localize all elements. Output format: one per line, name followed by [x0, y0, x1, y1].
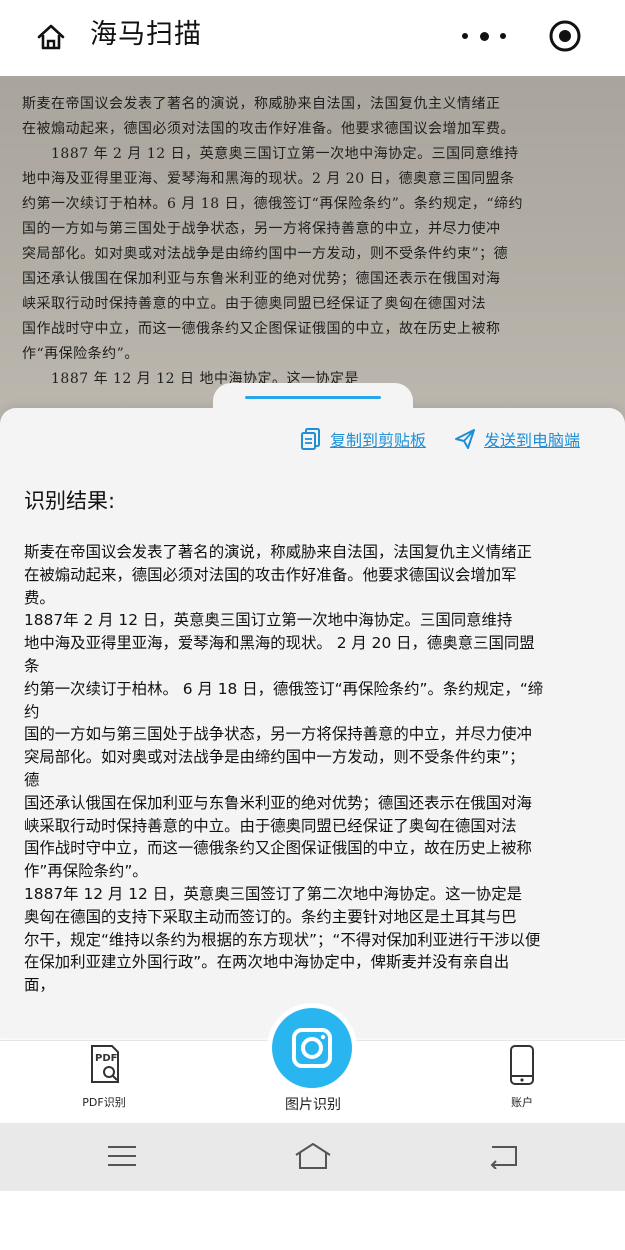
- sheet-drag-handle[interactable]: [245, 396, 381, 399]
- result-text-line: 作”再保险条约”。: [24, 862, 148, 881]
- camera-icon: [292, 1028, 332, 1068]
- result-text-line: 1887年 2 月 12 日，英意奥三国订立第一次地中海协定。三国同意维持: [24, 611, 513, 630]
- camera-button[interactable]: [272, 1008, 352, 1088]
- result-text-line: 在被煽动起来，德国必须对法国的攻击作好准备。他要求德国议会增加军: [24, 565, 517, 584]
- result-text-line: 突局部化。如对奥或对法战争是由缔约国中一方发动，则不受条件约束”；: [24, 748, 525, 767]
- photo-text-line: 约第一次续订于柏林。6 月 18 日，德俄签订“再保险条约”。条约规定，“缔约: [22, 196, 524, 212]
- photo-text-line: 峡采取行动时保持善意的中立。由于德奥同盟已经保证了奥匈在德国对法: [22, 296, 486, 312]
- tab-image-recognition[interactable]: 图片识别: [255, 1094, 371, 1114]
- photo-text-line: 国作战时守中立，而这一德俄条约又企图保证俄国的中立，故在历史上被称: [22, 321, 501, 337]
- more-dots-icon[interactable]: [462, 22, 506, 50]
- top-nav-bar: 海马扫描: [0, 0, 625, 76]
- photo-text: 斯麦在帝国议会发表了著名的演说，称威胁来自法国，法国复仇主义情绪正 在被煽动起来，…: [22, 92, 612, 392]
- menu-icon[interactable]: [106, 1144, 138, 1168]
- photo-text-line: 国的一方如与第三国处于战争状态，另一方将保持善意的中立，并尽力使冲: [22, 221, 501, 237]
- result-text-line: 约: [24, 702, 40, 721]
- app-title: 海马扫描: [90, 19, 202, 50]
- system-nav-bar: [0, 1123, 625, 1191]
- result-title: 识别结果:: [24, 489, 116, 513]
- photo-text-line: 在被煽动起来，德国必须对法国的攻击作好准备。他要求德国议会增加军费。: [22, 121, 515, 137]
- result-text-line: 条: [24, 656, 40, 675]
- scanned-photo: 斯麦在帝国议会发表了著名的演说，称威胁来自法国，法国复仇主义情绪正 在被煽动起来，…: [0, 76, 625, 426]
- result-text-line: 国作战时守中立，而这一德俄条约又企图保证俄国的中立，故在历史上被称: [24, 839, 532, 858]
- result-text-line: 面，: [24, 976, 55, 995]
- result-text-line: 奥匈在德国的支持下采取主动而签订的。条约主要针对地区是土耳其与巴: [24, 907, 517, 926]
- result-text-line: 1887年 12 月 12 日，英意奥三国签订了第二次地中海协定。这一协定是: [24, 884, 523, 903]
- target-icon[interactable]: [548, 19, 582, 53]
- result-text-line: 费。: [24, 588, 55, 607]
- photo-text-line: 国还承认俄国在保加利亚与东鲁米利亚的绝对优势；德国还表示在俄国对海: [22, 271, 501, 287]
- copy-label: 复制到剪贴板: [330, 431, 427, 450]
- sheet-tab[interactable]: [213, 383, 413, 423]
- nav-home-icon[interactable]: [292, 1141, 334, 1171]
- send-label: 发送到电脑端: [484, 431, 581, 450]
- tab-pdf-label: PDF识别: [82, 1096, 126, 1109]
- photo-text-line: 突局部化。如对奥或对法战争是由缔约国中一方发动，则不受条件约束”；德: [22, 246, 509, 262]
- pdf-scan-icon: PDF: [91, 1045, 119, 1083]
- photo-text-line: 地中海及亚得里亚海、爱琴海和黑海的现状。2 月 20 日，德奥意三国同盟条: [22, 171, 515, 187]
- svg-text:PDF: PDF: [95, 1053, 117, 1064]
- tab-photo-label: 图片识别: [285, 1097, 341, 1113]
- copy-to-clipboard-button[interactable]: 复制到剪贴板: [300, 426, 426, 452]
- result-text-line: 约第一次续订于柏林。 6 月 18 日，德俄签订“再保险条约”。条约规定，“缔: [24, 679, 544, 698]
- result-text[interactable]: 斯麦在帝国议会发表了著名的演说，称威胁来自法国，法国复仇主义情绪正 在被煽动起来，…: [24, 541, 609, 997]
- result-text-line: 斯麦在帝国议会发表了著名的演说，称威胁来自法国，法国复仇主义情绪正: [24, 543, 532, 561]
- tab-account[interactable]: 账户: [490, 1044, 554, 1110]
- result-text-line: 德: [24, 770, 40, 789]
- result-text-line: 在保加利亚建立外国行政”。在两次地中海协定中，俾斯麦并没有亲自出: [24, 953, 510, 972]
- send-icon: [455, 429, 475, 449]
- tab-pdf-recognition[interactable]: PDF PDF识别: [72, 1044, 136, 1110]
- clipboard-icon: [301, 428, 320, 450]
- result-text-line: 国的一方如与第三国处于战争状态，另一方将保持善意的中立，并尽力使冲: [24, 725, 532, 744]
- result-text-line: 峡采取行动时保持善意的中立。由于德奥同盟已经保证了奥匈在德国对法: [24, 816, 517, 835]
- phone-icon: [510, 1045, 534, 1085]
- photo-text-line: 作“再保险条约”。: [22, 346, 139, 362]
- result-text-line: 尔干，规定“维持以条约为根据的东方现状”；“不得对保加利亚进行干涉以便: [24, 930, 541, 949]
- photo-text-line: 1887 年 2 月 12 日，英意奥三国订立第一次地中海协定。三国同意维持: [22, 146, 519, 162]
- home-icon[interactable]: [34, 20, 68, 54]
- photo-text-line: 斯麦在帝国议会发表了著名的演说，称威胁来自法国，法国复仇主义情绪正: [22, 96, 501, 112]
- result-text-line: 地中海及亚得里亚海，爱琴海和黑海的现状。 2 月 20 日，德奥意三国同盟: [24, 634, 535, 653]
- send-to-pc-button[interactable]: 发送到电脑端: [454, 426, 580, 452]
- tab-account-label: 账户: [511, 1096, 533, 1109]
- back-icon[interactable]: [486, 1143, 520, 1169]
- result-text-line: 国还承认俄国在保加利亚与东鲁米利亚的绝对优势；德国还表示在俄国对海: [24, 793, 532, 812]
